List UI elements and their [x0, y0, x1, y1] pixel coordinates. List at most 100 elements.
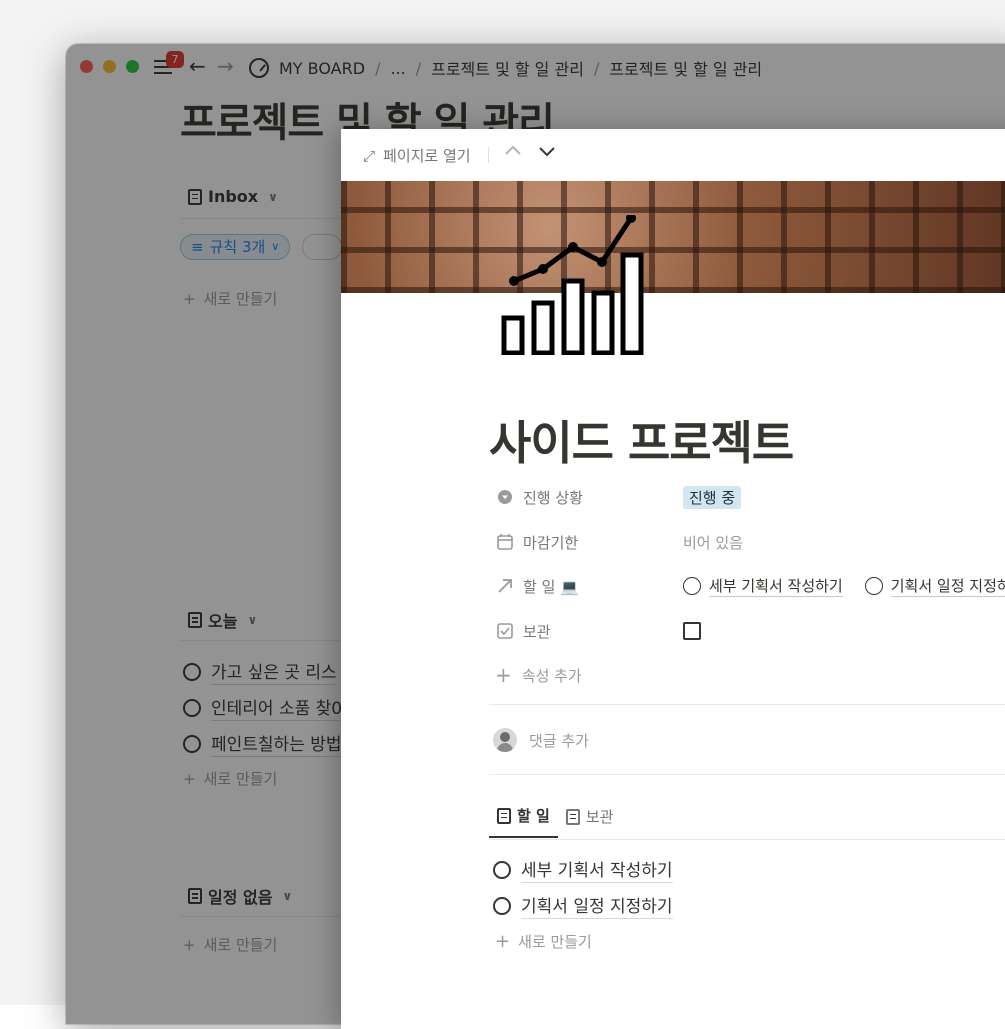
close-window-button[interactable] — [80, 60, 93, 73]
relation-label: 기획서 일정 지정하 — [890, 575, 1005, 597]
traffic-lights — [80, 60, 139, 73]
add-comment-placeholder: 댓글 추가 — [529, 731, 589, 750]
property-todos[interactable]: 할 일 💻 세부 기획서 작성하기 기획서 일정 지정하 — [495, 574, 1005, 598]
todo-label: 인테리어 소품 찾0 — [211, 694, 343, 721]
page-icon — [188, 612, 202, 628]
peek-toolbar: ⤢ 페이지로 열기 — [341, 129, 1005, 181]
filter-pill[interactable]: ≡ 규칙 3개 ∨ — [180, 234, 291, 260]
archive-checkbox[interactable] — [683, 622, 701, 640]
breadcrumb-item[interactable]: MY BOARD — [279, 59, 365, 78]
todo-circle-icon — [864, 577, 883, 595]
new-item-button[interactable]: + 새로 만들기 — [495, 931, 592, 952]
chart-growth-icon[interactable] — [501, 213, 647, 356]
new-item-label: 새로 만들기 — [203, 290, 278, 308]
todo-label: 페인트칠하는 방법 — [211, 730, 342, 757]
tab-label: 할 일 — [517, 807, 550, 825]
breadcrumb-separator: / — [375, 58, 381, 78]
minimize-window-button[interactable] — [103, 60, 116, 73]
property-archive[interactable]: 보관 — [495, 619, 701, 643]
new-item-label: 새로 만들기 — [203, 936, 278, 954]
todo-circle-icon[interactable] — [183, 662, 201, 681]
checkbox-icon — [495, 621, 515, 641]
todo-label: 기획서 일정 지정하기 — [521, 892, 673, 919]
tab-label: 보관 — [585, 808, 614, 826]
section-inbox[interactable]: Inbox ∨ — [188, 187, 278, 206]
todo-item[interactable]: 가고 싶은 곳 리스 — [183, 658, 337, 685]
add-property-label: 속성 추가 — [521, 666, 582, 685]
todo-circle-icon[interactable] — [493, 860, 511, 879]
calendar-icon — [495, 532, 515, 552]
peek-page-title[interactable]: 사이드 프로젝트 — [489, 407, 794, 473]
todo-item[interactable]: 세부 기획서 작성하기 — [493, 856, 673, 883]
divider — [488, 147, 489, 163]
todo-circle-icon[interactable] — [493, 896, 511, 915]
section-today[interactable]: 오늘 ∨ — [188, 608, 257, 632]
chevron-down-icon[interactable]: ∨ — [247, 613, 257, 627]
new-item-button[interactable]: + 새로 만들기 — [183, 768, 277, 789]
divider — [489, 774, 1005, 775]
chevron-down-icon[interactable] — [537, 139, 557, 163]
new-item-label: 새로 만들기 — [203, 770, 278, 788]
breadcrumb-item[interactable]: ... — [390, 59, 405, 78]
todo-circle-icon — [683, 577, 701, 595]
property-label: 보관 — [523, 622, 551, 641]
chevron-down-icon[interactable]: ∨ — [268, 190, 278, 204]
divider — [489, 704, 1005, 705]
todo-circle-icon[interactable] — [183, 734, 201, 753]
property-deadline[interactable]: 마감기한 비어 있음 — [495, 530, 743, 554]
todo-label: 세부 기획서 작성하기 — [521, 856, 673, 883]
tab-archive[interactable]: 보관 — [558, 805, 622, 838]
todo-item[interactable]: 페인트칠하는 방법 — [183, 730, 342, 757]
property-label: 마감기한 — [523, 533, 579, 552]
peek-panel: ⤢ 페이지로 열기 사이드 프로젝트 진행 상황 진행 중 마감기한 비어 있음… — [341, 129, 1005, 1029]
chevron-up-icon[interactable] — [503, 139, 523, 163]
plus-icon: + — [183, 935, 196, 954]
open-as-page-label: 페이지로 열기 — [383, 147, 471, 165]
window-toolbar: 7 ← → MY BOARD / ... / 프로젝트 및 할 일 관리 / 프… — [66, 44, 1005, 88]
forward-arrow-icon[interactable]: → — [217, 54, 234, 78]
chevron-down-icon[interactable]: ∨ — [282, 889, 292, 903]
notification-badge: 7 — [166, 51, 184, 68]
section-title: Inbox — [208, 187, 259, 206]
page-icon — [188, 188, 202, 205]
page-icon — [497, 807, 511, 824]
status-tag[interactable]: 진행 중 — [683, 485, 742, 509]
section-title: 오늘 — [208, 612, 238, 631]
relation-item[interactable]: 세부 기획서 작성하기 — [683, 575, 843, 597]
plus-icon: + — [495, 663, 512, 687]
property-status[interactable]: 진행 상황 진행 중 — [495, 485, 742, 509]
divider — [489, 839, 1005, 840]
property-value[interactable]: 비어 있음 — [683, 532, 743, 553]
new-item-button[interactable]: + 새로 만들기 — [183, 288, 277, 309]
plus-icon: + — [495, 931, 511, 952]
breadcrumb-item[interactable]: 프로젝트 및 할 일 관리 — [431, 56, 584, 80]
open-as-page-button[interactable]: ⤢ 페이지로 열기 — [363, 145, 471, 166]
todo-item[interactable]: 인테리어 소품 찾0 — [183, 694, 343, 721]
breadcrumb-separator: / — [415, 58, 422, 78]
section-no-date[interactable]: 일정 없음 ∨ — [188, 884, 292, 908]
todo-circle-icon[interactable] — [183, 698, 201, 717]
view-tabs: 할 일 보관 — [489, 805, 621, 838]
view-pill[interactable] — [302, 234, 342, 260]
avatar — [493, 728, 517, 752]
section-title: 일정 없음 — [208, 888, 273, 907]
plus-icon: + — [183, 289, 196, 308]
expand-arrow-icon: ⤢ — [363, 146, 376, 165]
cover-image[interactable] — [341, 181, 1005, 293]
filter-label: 규칙 3개 — [209, 238, 266, 256]
filter-icon: ≡ — [191, 238, 204, 256]
new-item-button[interactable]: + 새로 만들기 — [183, 934, 277, 955]
relation-item[interactable]: 기획서 일정 지정하 — [864, 575, 1005, 597]
todo-item[interactable]: 기획서 일정 지정하기 — [493, 892, 673, 919]
add-property-button[interactable]: + 속성 추가 — [495, 663, 582, 687]
property-label: 진행 상황 — [523, 488, 583, 507]
breadcrumb-item[interactable]: 프로젝트 및 할 일 관리 — [609, 56, 762, 80]
breadcrumb-separator: / — [593, 58, 600, 78]
back-arrow-icon[interactable]: ← — [189, 54, 206, 78]
maximize-window-button[interactable] — [126, 60, 139, 73]
page-icon — [565, 808, 580, 825]
new-item-label: 새로 만들기 — [518, 933, 592, 951]
breadcrumb: MY BOARD / ... / 프로젝트 및 할 일 관리 / 프로젝트 및 … — [249, 56, 762, 80]
add-comment-field[interactable]: 댓글 추가 — [493, 728, 589, 752]
tab-todo[interactable]: 할 일 — [489, 805, 558, 838]
